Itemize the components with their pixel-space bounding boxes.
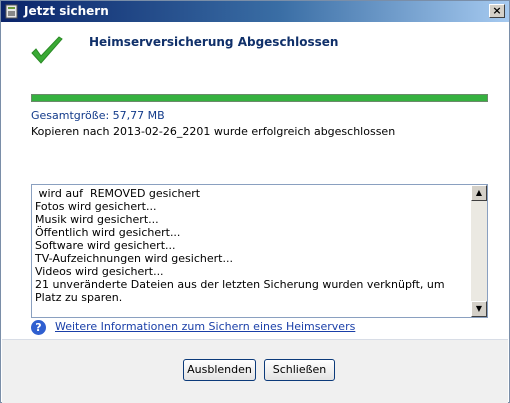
backup-dialog: Jetzt sichern × Heimserversicherung Abge… [0,0,510,403]
dialog-footer: Ausblenden Schließen [2,339,508,403]
log-line: Software wird gesichert... [35,239,176,252]
log-line: Videos wird gesichert... [35,265,164,278]
title-bar[interactable]: Jetzt sichern × [1,1,509,22]
page-title: Heimserversicherung Abgeschlossen [89,35,339,49]
scroll-down-icon[interactable]: ▼ [471,301,487,317]
log-line: Öffentlich wird gesichert... [35,226,181,239]
status-message: Kopieren nach 2013-02-26_2201 wurde erfo… [31,125,396,138]
close-button[interactable]: Schließen [264,359,335,381]
total-size-label: Gesamtgröße: 57,77 MB [31,109,165,122]
progress-bar [31,94,488,102]
help-icon[interactable]: ? [31,320,46,335]
close-icon[interactable]: × [489,4,505,18]
checkmark-icon [31,36,63,64]
window-title: Jetzt sichern [24,4,109,18]
log-content: wird auf REMOVED gesichert Fotos wird ge… [35,187,471,304]
log-line: Musik wird gesichert... [35,213,159,226]
hide-button[interactable]: Ausblenden [183,359,256,381]
help-link[interactable]: Weitere Informationen zum Sichern eines … [55,320,355,333]
app-icon [5,4,18,19]
scroll-up-icon[interactable]: ▲ [471,185,487,201]
log-scrollbar[interactable]: ▲ ▼ [471,185,487,317]
log-line: 21 unveränderte Dateien aus der letzten … [35,278,449,304]
log-line: wird auf REMOVED gesichert [35,187,201,200]
progress-fill [32,95,487,101]
log-line: Fotos wird gesichert... [35,200,157,213]
backup-log[interactable]: wird auf REMOVED gesichert Fotos wird ge… [31,184,488,318]
log-line: TV-Aufzeichnungen wird gesichert... [35,252,233,265]
